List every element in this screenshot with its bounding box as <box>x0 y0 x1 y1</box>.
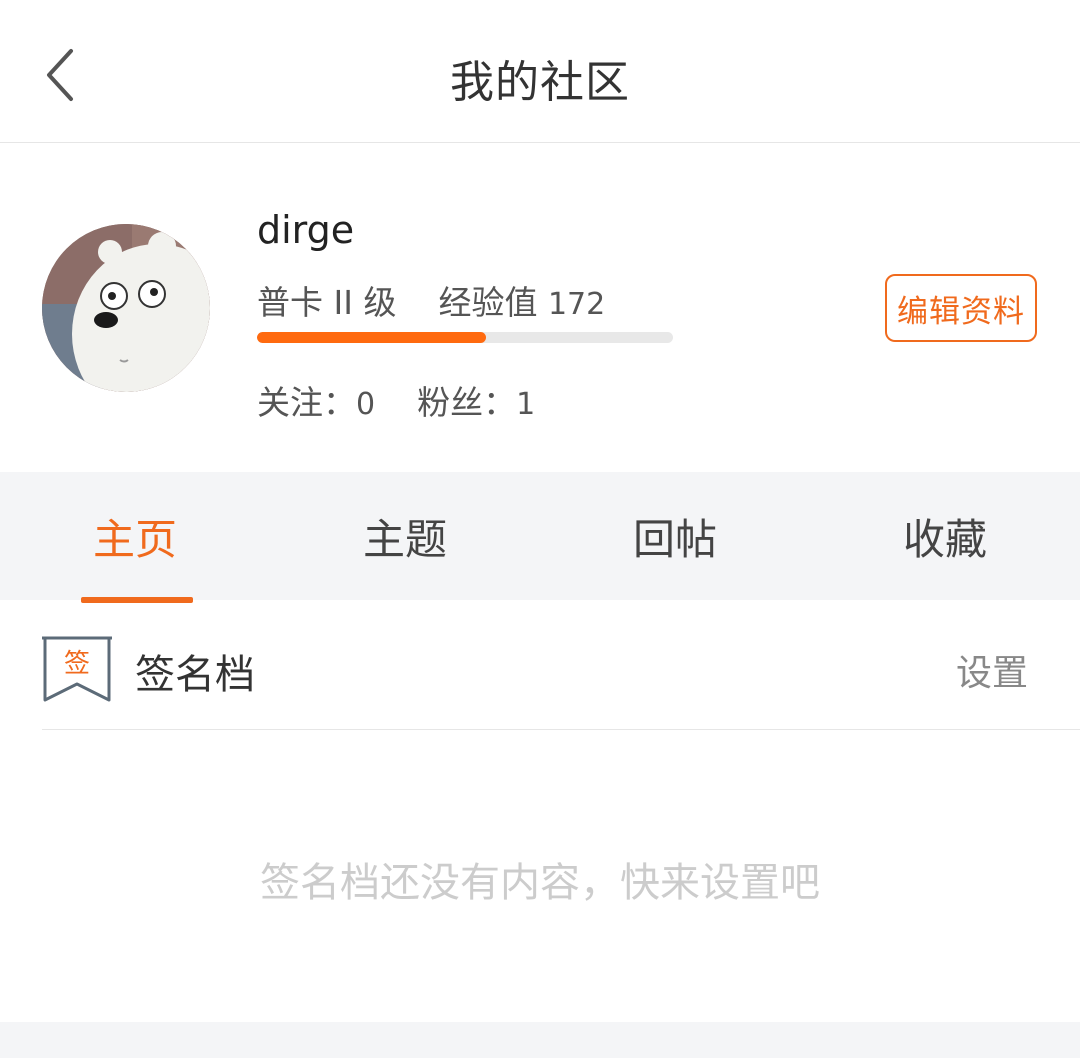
tab-replies[interactable]: 回帖 <box>540 472 810 600</box>
signature-bookmark-icon: 签 <box>42 636 112 702</box>
bottom-divider <box>0 1022 1080 1058</box>
signature-icon-char: 签 <box>64 649 90 679</box>
level-label: 普卡 II 级 <box>257 283 397 322</box>
bear-avatar-image <box>42 224 210 392</box>
edit-profile-button[interactable]: 编辑资料 <box>885 274 1037 342</box>
following-stat[interactable]: 关注：0 <box>257 383 375 422</box>
signature-setting-link[interactable]: 设置 <box>956 644 1028 696</box>
page-title: 我的社区 <box>450 57 630 108</box>
tab-bar: 主页 主题 回帖 收藏 <box>0 472 1080 600</box>
username: dirge <box>257 208 355 252</box>
follow-stats: 关注：0 粉丝：1 <box>257 376 535 424</box>
signature-empty-text: 签名档还没有内容，快来设置吧 <box>260 860 820 906</box>
exp-label: 经验值 <box>438 283 538 322</box>
signature-label: 签名档 <box>135 652 255 698</box>
following-count: 0 <box>356 387 376 422</box>
following-label: 关注： <box>257 383 356 422</box>
tab-home[interactable]: 主页 <box>0 472 270 600</box>
active-tab-indicator <box>81 597 193 603</box>
profile-card: dirge 普卡 II 级 经验值 172 关注：0 粉丝：1 编辑资料 <box>0 144 1080 472</box>
followers-stat[interactable]: 粉丝：1 <box>417 383 535 422</box>
followers-count: 1 <box>516 387 536 422</box>
top-bar: 我的社区 <box>0 0 1080 143</box>
exp-progress-bar <box>257 332 673 343</box>
followers-label: 粉丝： <box>417 383 517 422</box>
exp-progress-fill <box>257 332 486 343</box>
tab-favorites[interactable]: 收藏 <box>810 472 1080 600</box>
exp-value: 172 <box>547 287 606 322</box>
avatar[interactable] <box>42 224 210 392</box>
level-info: 普卡 II 级 经验值 172 <box>257 276 605 324</box>
tab-topics[interactable]: 主题 <box>270 472 540 600</box>
signature-section: 签 签名档 设置 <box>42 604 1080 730</box>
